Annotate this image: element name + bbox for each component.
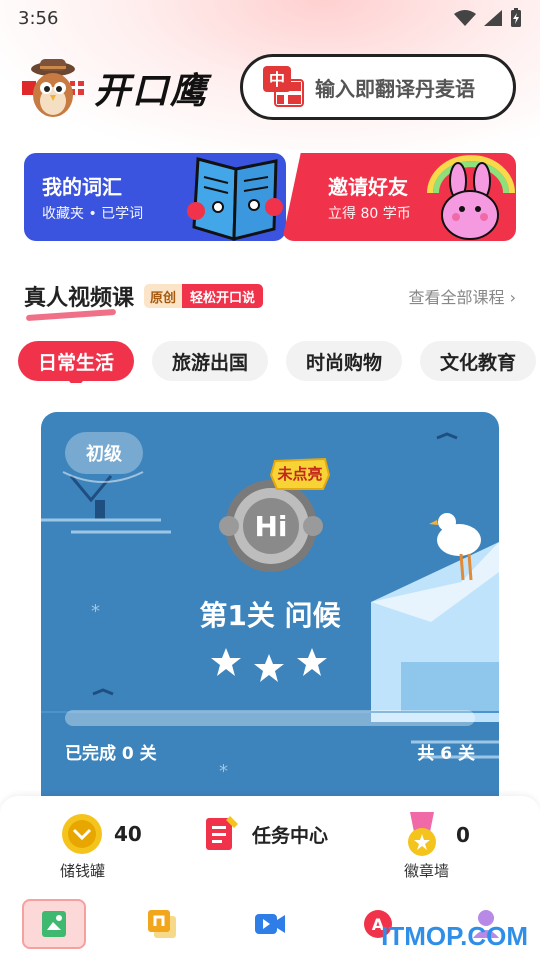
task-center-label: 任务中心 [252, 824, 329, 847]
view-all-courses-link[interactable]: 查看全部课程 › [408, 284, 516, 308]
eagle-mascot-logo [20, 55, 86, 121]
status-time: 3:56 [18, 7, 59, 29]
wifi-icon [454, 10, 476, 26]
battery-icon [511, 8, 521, 27]
home-icon [42, 911, 66, 937]
piggy-label: 储钱罐 [60, 862, 106, 880]
status-icons [454, 8, 522, 28]
book-icon [148, 910, 176, 938]
flag-zh-text: 中 [269, 70, 285, 89]
chevron-right-icon: › [509, 288, 516, 307]
unlit-seal: 未点亮 [269, 457, 331, 491]
book-reader-icon [187, 157, 283, 241]
nav-courses[interactable] [108, 888, 216, 960]
chinese-danish-flag-icon: 中 [263, 66, 305, 108]
tab-travel[interactable]: 旅游出国 [152, 341, 269, 381]
tab-label: 旅游出国 [172, 351, 249, 374]
piggy-bank-button[interactable]: 40 储钱罐 [60, 812, 142, 880]
category-tabs: 日常生活 旅游出国 时尚购物 文化教育 [18, 341, 540, 383]
star-icon [297, 648, 327, 676]
tag-original: 原创 [144, 284, 183, 308]
view-all-label: 查看全部课程 [408, 288, 505, 307]
invite-card-title: 邀请好友 [328, 175, 408, 199]
level-card[interactable]: * * 初级 Hi 未点亮 第1关 问候 已完成 0 关 共 6 关 [41, 412, 499, 832]
coin-icon [62, 814, 102, 854]
status-bar: 3:56 [0, 0, 540, 36]
badge-wall-label: 徽章墙 [404, 862, 450, 880]
signal-icon [484, 10, 502, 26]
feature-cards: 我的词汇 收藏夹 • 已学词 邀请好友 立得 80 学币 [24, 153, 516, 241]
level-title: 第1关 问候 [199, 599, 341, 632]
task-list-icon [206, 816, 238, 850]
nav-home[interactable] [0, 888, 108, 960]
star-icon [211, 648, 241, 676]
vocab-card-title: 我的词汇 [42, 175, 122, 199]
medal-icon [408, 812, 436, 856]
unlit-label: 未点亮 [277, 465, 323, 483]
translate-search-box[interactable]: 中 输入即翻译丹麦语 [240, 54, 516, 120]
section-tag: 原创 轻松开口说 [144, 284, 264, 308]
tab-label: 文化教育 [440, 351, 517, 374]
video-icon [255, 914, 285, 934]
vocab-card-subtitle: 收藏夹 • 已学词 [42, 206, 144, 222]
level-stars [211, 648, 327, 682]
svg-text:*: * [219, 761, 228, 782]
completed-count: 已完成 0 关 [65, 744, 157, 764]
badge-wall-button[interactable]: 0 徽章墙 [404, 812, 470, 880]
my-vocabulary-card[interactable]: 我的词汇 收藏夹 • 已学词 [24, 153, 286, 241]
nav-video[interactable] [216, 888, 324, 960]
task-center-button[interactable]: 任务中心 [204, 814, 328, 854]
video-course-section-header: 真人视频课 原创 轻松开口说 查看全部课程 › [24, 278, 516, 314]
star-icon [254, 654, 284, 682]
rewards-bar: 40 储钱罐 任务中心 0 徽章墙 [0, 796, 540, 888]
invite-card-subtitle: 立得 80 学币 [328, 206, 411, 222]
tab-culture-education[interactable]: 文化教育 [420, 341, 537, 381]
header: 开口鹰 中 输入即翻译丹麦语 [20, 52, 516, 124]
total-count: 共 6 关 [417, 744, 475, 764]
level-progress-bar [65, 710, 475, 726]
tab-shopping[interactable]: 时尚购物 [286, 341, 403, 381]
invite-friends-card[interactable]: 邀请好友 立得 80 学币 [282, 153, 516, 241]
section-title: 真人视频课 [24, 280, 134, 312]
level-badge: 初级 [65, 432, 143, 474]
medal-text: Hi [254, 510, 287, 543]
rabbit-rainbow-icon [427, 155, 515, 240]
piggy-count: 40 [114, 822, 142, 846]
tag-speak: 轻松开口说 [182, 284, 264, 308]
tab-label: 日常生活 [38, 351, 115, 374]
watermark: ITMOP.COM [381, 921, 528, 951]
tab-daily-life[interactable]: 日常生活 [18, 341, 135, 383]
app-name: 开口鹰 [94, 71, 209, 112]
search-placeholder: 输入即翻译丹麦语 [315, 76, 475, 101]
tab-label: 时尚购物 [306, 351, 383, 374]
badge-count: 0 [456, 823, 470, 847]
